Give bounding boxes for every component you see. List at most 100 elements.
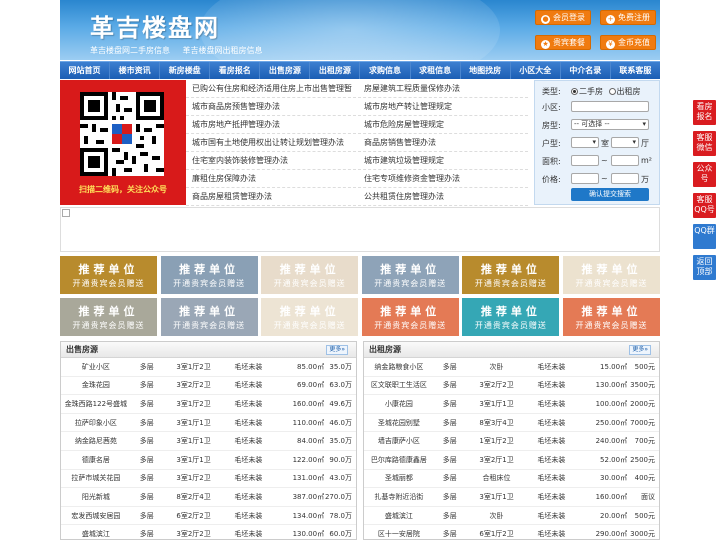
coin-recharge-button[interactable]: ¥ 金币充值 bbox=[600, 35, 656, 50]
community-name[interactable]: 区十一安居院 bbox=[364, 529, 434, 539]
recommended-unit-tile[interactable]: 推荐单位 开通贵宾会员赠送 bbox=[261, 256, 359, 294]
side-viewing-signup[interactable]: 看房报名 bbox=[693, 100, 716, 125]
community-name[interactable]: 盛城滨江 bbox=[61, 529, 131, 539]
policy-link[interactable]: 住宅专项维修资金管理办法 bbox=[358, 170, 528, 188]
table-row[interactable]: 巴尔库路德康鑫居 多层 3室2厅1卫 毛坯未装 52.00㎡ 2500元 bbox=[364, 451, 659, 470]
site-logo-title[interactable]: 革吉楼盘网 bbox=[90, 8, 220, 43]
recommended-unit-tile[interactable]: 推荐单位 开通贵宾会员赠送 bbox=[563, 298, 660, 336]
price-min-input[interactable] bbox=[571, 173, 599, 184]
community-name[interactable]: 金珠花园 bbox=[61, 380, 131, 390]
community-name[interactable]: 矿业小区 bbox=[61, 362, 131, 372]
community-name[interactable]: 区文联职工生活区 bbox=[364, 380, 434, 390]
nav-for-sale[interactable]: 出售房源 bbox=[260, 62, 311, 79]
community-name[interactable]: 金珠西路122号盛城 bbox=[61, 399, 131, 409]
nav-wanted-rent[interactable]: 求租信息 bbox=[411, 62, 461, 79]
member-login-button[interactable]: ● 会员登录 bbox=[535, 10, 591, 25]
policy-link[interactable]: 商品房屋租赁管理办法 bbox=[186, 188, 356, 206]
policy-link[interactable]: 城市商品房预售管理办法 bbox=[186, 98, 356, 116]
table-row[interactable]: 盛城滨江 多层 次卧 毛坯未装 20.00㎡ 500元 bbox=[364, 507, 659, 526]
table-row[interactable]: 宏发西城安居园 多层 6室2厅2卫 毛坯未装 134.00㎡ 78.0万 bbox=[61, 507, 356, 526]
radio-secondhand[interactable] bbox=[571, 88, 578, 95]
community-name[interactable]: 小康花园 bbox=[364, 399, 434, 409]
nav-agents[interactable]: 中介名录 bbox=[561, 62, 611, 79]
banner-ad[interactable] bbox=[60, 207, 660, 252]
community-name[interactable]: 墙吉康萨小区 bbox=[364, 436, 434, 446]
policy-link[interactable]: 城市建筑垃圾管理规定 bbox=[358, 152, 528, 170]
recommended-unit-tile[interactable]: 推荐单位 开通贵宾会员赠送 bbox=[361, 256, 459, 294]
recommended-unit-tile[interactable]: 推荐单位 开通贵宾会员赠送 bbox=[563, 256, 660, 294]
side-service-qq[interactable]: 客服QQ号 bbox=[693, 193, 716, 218]
community-name[interactable]: 拉萨印象小区 bbox=[61, 418, 131, 428]
table-row[interactable]: 德康名居 多层 3室1厅1卫 毛坯未装 122.00㎡ 90.0万 bbox=[61, 451, 356, 470]
nav-map-search[interactable]: 地图找房 bbox=[461, 62, 511, 79]
policy-link[interactable]: 商品房销售管理办法 bbox=[358, 134, 528, 152]
community-name[interactable]: 圣城丽都 bbox=[364, 473, 434, 483]
side-back-to-top[interactable]: 返回顶部 bbox=[693, 255, 716, 280]
table-row[interactable]: 拉萨市城关花园 多层 3室1厅2卫 毛坯未装 131.00㎡ 43.0万 bbox=[61, 470, 356, 489]
free-register-button[interactable]: + 免费注册 bbox=[600, 10, 656, 25]
community-name[interactable]: 德康名居 bbox=[61, 455, 131, 465]
table-row[interactable]: 扎基寺附近沿街 多层 3室1厅1卫 毛坯未装 160.00㎡ 面议 bbox=[364, 488, 659, 507]
table-row[interactable]: 圣城丽都 多层 合租床位 毛坯未装 30.00㎡ 400元 bbox=[364, 470, 659, 489]
nav-for-rent[interactable]: 出租房源 bbox=[310, 62, 361, 79]
side-service-wechat[interactable]: 客服微信 bbox=[693, 131, 716, 156]
policy-link[interactable]: 城市国有土地使用权出让转让规划管理办法 bbox=[186, 134, 356, 152]
community-name[interactable]: 盛城滨江 bbox=[364, 511, 434, 521]
policy-link[interactable]: 城市房地产抵押管理办法 bbox=[186, 116, 356, 134]
price-max-input[interactable] bbox=[611, 173, 639, 184]
nav-communities[interactable]: 小区大全 bbox=[511, 62, 561, 79]
policy-link[interactable]: 已购公有住房和经济适用住房上市出售管理暂 bbox=[186, 80, 356, 98]
policy-link[interactable]: 城市房地产转让管理规定 bbox=[358, 98, 528, 116]
nav-news[interactable]: 楼市资讯 bbox=[110, 62, 161, 79]
recommended-unit-tile[interactable]: 推荐单位 开通贵宾会员赠送 bbox=[160, 256, 258, 294]
secondhand-info-link[interactable]: 革吉楼盘网二手房信息 bbox=[90, 46, 170, 55]
table-row[interactable]: 金珠西路122号盛城 多层 3室1厅2卫 毛坯未装 160.00㎡ 49.6万 bbox=[61, 395, 356, 414]
policy-link[interactable]: 房屋建筑工程质量保修办法 bbox=[358, 80, 528, 98]
table-row[interactable]: 圣城花园别墅 多层 8室3厅4卫 毛坯未装 250.00㎡ 7000元 bbox=[364, 414, 659, 433]
nav-new-homes[interactable]: 新房楼盘 bbox=[160, 62, 211, 79]
table-row[interactable]: 纳金路粮食小区 多层 次卧 毛坯未装 15.00㎡ 500元 bbox=[364, 358, 659, 377]
table-row[interactable]: 矿业小区 多层 3室1厅2卫 毛坯未装 85.00㎡ 35.0万 bbox=[61, 358, 356, 377]
table-row[interactable]: 拉萨印象小区 多层 3室1厅1卫 毛坯未装 110.00㎡ 46.0万 bbox=[61, 414, 356, 433]
nav-contact[interactable]: 联系客服 bbox=[611, 62, 660, 79]
table-row[interactable]: 区文联职工生活区 多层 3室2厅2卫 毛坯未装 130.00㎡ 3500元 bbox=[364, 377, 659, 396]
table-row[interactable]: 小康花园 多层 3室1厅1卫 毛坯未装 100.00㎡ 2000元 bbox=[364, 395, 659, 414]
nav-wanted-buy[interactable]: 求购信息 bbox=[360, 62, 411, 79]
area-min-input[interactable] bbox=[571, 155, 599, 166]
community-name[interactable]: 阳光新城 bbox=[61, 492, 131, 502]
recommended-unit-tile[interactable]: 推荐单位 开通贵宾会员赠送 bbox=[462, 256, 560, 294]
policy-link[interactable]: 城市危险房屋管理规定 bbox=[358, 116, 528, 134]
table-row[interactable]: 盛城滨江 多层 3室2厅2卫 毛坯未装 130.00㎡ 60.0万 bbox=[61, 525, 356, 540]
community-input[interactable] bbox=[571, 101, 649, 112]
community-name[interactable]: 巴尔库路德康鑫居 bbox=[364, 455, 434, 465]
housetype-select[interactable]: -- 可选择 -- ▾ bbox=[571, 119, 649, 130]
recommended-unit-tile[interactable]: 推荐单位 开通贵宾会员赠送 bbox=[361, 298, 459, 336]
nav-viewing-signup[interactable]: 看房报名 bbox=[210, 62, 261, 79]
table-row[interactable]: 墙吉康萨小区 多层 1室1厅2卫 毛坯未装 240.00㎡ 700元 bbox=[364, 432, 659, 451]
recommended-unit-tile[interactable]: 推荐单位 开通贵宾会员赠送 bbox=[160, 298, 258, 336]
community-name[interactable]: 扎基寺附近沿街 bbox=[364, 492, 434, 502]
table-row[interactable]: 阳光新城 多层 8室2厅4卫 毛坯未装 387.00㎡ 270.0万 bbox=[61, 488, 356, 507]
table-row[interactable]: 金珠花园 多层 3室2厅2卫 毛坯未装 69.00㎡ 63.0万 bbox=[61, 377, 356, 396]
search-submit-button[interactable]: 确认提交搜索 bbox=[571, 188, 649, 201]
policy-link[interactable]: 住宅室内装饰装修管理办法 bbox=[186, 152, 356, 170]
vip-package-button[interactable]: ★ 贵宾套餐 bbox=[535, 35, 591, 50]
recommended-unit-tile[interactable]: 推荐单位 开通贵宾会员赠送 bbox=[261, 298, 359, 336]
community-name[interactable]: 圣城花园别墅 bbox=[364, 418, 434, 428]
community-name[interactable]: 纳金路尼茜苑 bbox=[61, 436, 131, 446]
policy-link[interactable]: 公共租赁住房管理办法 bbox=[358, 188, 528, 206]
recommended-unit-tile[interactable]: 推荐单位 开通贵宾会员赠送 bbox=[462, 298, 560, 336]
side-qq-group[interactable]: QQ群 bbox=[693, 224, 716, 249]
community-name[interactable]: 宏发西城安居园 bbox=[61, 511, 131, 521]
area-max-input[interactable] bbox=[611, 155, 639, 166]
for-rent-more-button[interactable]: 更多» bbox=[629, 345, 651, 355]
for-sale-more-button[interactable]: 更多» bbox=[326, 345, 348, 355]
recommended-unit-tile[interactable]: 推荐单位 开通贵宾会员赠送 bbox=[60, 256, 157, 294]
side-official-account[interactable]: 公众号 bbox=[693, 162, 716, 187]
community-name[interactable]: 纳金路粮食小区 bbox=[364, 362, 434, 372]
hall-select[interactable]: ▾ bbox=[611, 137, 639, 148]
rental-info-link[interactable]: 革吉楼盘网出租房信息 bbox=[183, 46, 263, 55]
radio-rental[interactable] bbox=[608, 88, 616, 95]
table-row[interactable]: 纳金路尼茜苑 多层 3室1厅1卫 毛坯未装 84.00㎡ 35.0万 bbox=[61, 432, 356, 451]
recommended-unit-tile[interactable]: 推荐单位 开通贵宾会员赠送 bbox=[60, 298, 157, 336]
